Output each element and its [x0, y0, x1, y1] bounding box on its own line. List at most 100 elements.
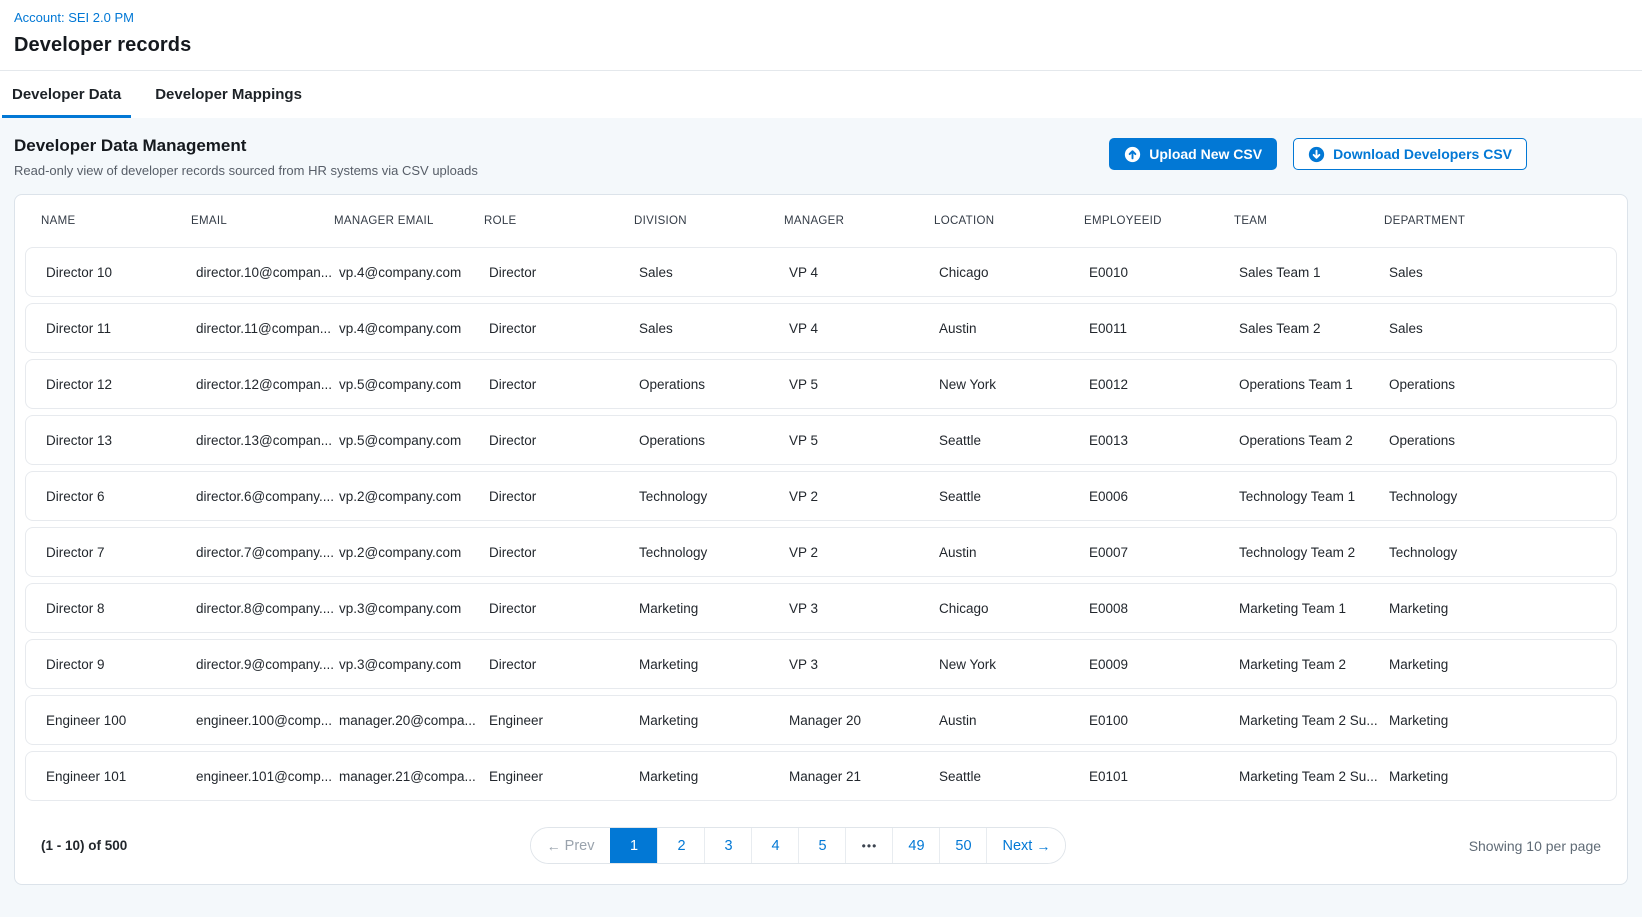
cell-manager-email: vp.5@company.com — [339, 433, 489, 448]
cell-manager: VP 4 — [789, 321, 939, 336]
section-title: Developer Data Management — [14, 136, 478, 156]
cell-employee-id: E0009 — [1089, 657, 1239, 672]
table-row: Director 9director.9@company....vp.3@com… — [25, 639, 1617, 689]
cell-location: Seattle — [939, 489, 1089, 504]
section-header: Developer Data Management Read-only view… — [14, 136, 1628, 178]
cell-email: engineer.100@comp... — [196, 713, 339, 728]
cell-manager: VP 5 — [789, 433, 939, 448]
cell-manager-email: vp.2@company.com — [339, 545, 489, 560]
cell-email: director.12@compan... — [196, 377, 339, 392]
per-page-label: Showing 10 per page — [1469, 838, 1601, 854]
cell-employee-id: E0013 — [1089, 433, 1239, 448]
cell-role: Director — [489, 657, 639, 672]
table-row: Director 7director.7@company....vp.2@com… — [25, 527, 1617, 577]
download-developers-csv-button[interactable]: Download Developers CSV — [1293, 138, 1527, 170]
column-header-role: ROLE — [484, 215, 634, 227]
table-row: Director 10director.10@compan...vp.4@com… — [25, 247, 1617, 297]
cell-division: Sales — [639, 265, 789, 280]
cell-role: Director — [489, 433, 639, 448]
cell-role: Director — [489, 265, 639, 280]
prev-page-button[interactable]: ← Prev — [531, 828, 611, 863]
cell-role: Director — [489, 321, 639, 336]
next-page-button[interactable]: Next → — [986, 828, 1065, 863]
content-area: Developer Data Management Read-only view… — [0, 118, 1642, 917]
cell-name: Director 12 — [46, 377, 196, 392]
table-row: Director 8director.8@company....vp.3@com… — [25, 583, 1617, 633]
pagination-bar: (1 - 10) of 500 ← Prev 12345•••4950 Next… — [25, 807, 1617, 884]
cell-employee-id: E0012 — [1089, 377, 1239, 392]
tab-developer-data[interactable]: Developer Data — [2, 71, 131, 118]
account-breadcrumb-link[interactable]: Account: SEI 2.0 PM — [14, 10, 134, 25]
cell-employee-id: E0011 — [1089, 321, 1239, 336]
cell-manager-email: vp.2@company.com — [339, 489, 489, 504]
cell-team: Technology Team 2 — [1239, 545, 1389, 560]
cell-team: Marketing Team 2 Su... — [1239, 713, 1389, 728]
table-header-row: NAMEEMAILMANAGER EMAILROLEDIVISIONMANAGE… — [25, 195, 1617, 247]
page-button-49[interactable]: 49 — [892, 828, 939, 863]
cell-manager-email: vp.5@company.com — [339, 377, 489, 392]
table-row: Director 6director.6@company....vp.2@com… — [25, 471, 1617, 521]
cell-team: Sales Team 2 — [1239, 321, 1389, 336]
table-row: Director 12director.12@compan...vp.5@com… — [25, 359, 1617, 409]
tab-bar: Developer Data Developer Mappings — [0, 70, 1642, 118]
page-number-group: 12345•••4950 — [610, 828, 986, 863]
page-button-50[interactable]: 50 — [939, 828, 986, 863]
cell-division: Technology — [639, 545, 789, 560]
cell-email: director.11@compan... — [196, 321, 339, 336]
cell-team: Operations Team 2 — [1239, 433, 1389, 448]
page-button-3[interactable]: 3 — [704, 828, 751, 863]
cell-division: Marketing — [639, 601, 789, 616]
cell-division: Operations — [639, 377, 789, 392]
cell-manager: VP 5 — [789, 377, 939, 392]
cell-email: director.9@company.... — [196, 657, 339, 672]
cell-employee-id: E0100 — [1089, 713, 1239, 728]
cell-department: Marketing — [1389, 601, 1596, 616]
csv-button-group: Upload New CSV Download Developers CSV — [1109, 138, 1527, 170]
page-button-5[interactable]: 5 — [798, 828, 845, 863]
cell-department: Sales — [1389, 265, 1596, 280]
cell-role: Director — [489, 601, 639, 616]
cell-location: Chicago — [939, 601, 1089, 616]
page-button-2[interactable]: 2 — [657, 828, 704, 863]
cell-employee-id: E0007 — [1089, 545, 1239, 560]
section-title-block: Developer Data Management Read-only view… — [14, 136, 478, 178]
cell-name: Director 10 — [46, 265, 196, 280]
page-button-1[interactable]: 1 — [610, 828, 657, 863]
cell-manager-email: vp.4@company.com — [339, 265, 489, 280]
cell-manager-email: manager.20@compa... — [339, 713, 489, 728]
cell-location: Austin — [939, 713, 1089, 728]
page-ellipsis: ••• — [845, 828, 892, 863]
column-header-division: DIVISION — [634, 215, 784, 227]
download-icon — [1308, 146, 1325, 163]
cell-team: Marketing Team 1 — [1239, 601, 1389, 616]
cell-email: director.6@company.... — [196, 489, 339, 504]
download-button-label: Download Developers CSV — [1333, 146, 1512, 162]
upload-new-csv-button[interactable]: Upload New CSV — [1109, 138, 1277, 170]
column-header-manager: MANAGER — [784, 215, 934, 227]
cell-division: Sales — [639, 321, 789, 336]
cell-name: Engineer 100 — [46, 713, 196, 728]
page-button-4[interactable]: 4 — [751, 828, 798, 863]
cell-role: Engineer — [489, 769, 639, 784]
cell-division: Marketing — [639, 713, 789, 728]
column-header-department: DEPARTMENT — [1384, 215, 1601, 227]
cell-manager-email: vp.3@company.com — [339, 657, 489, 672]
column-header-team: TEAM — [1234, 215, 1384, 227]
developer-table: NAMEEMAILMANAGER EMAILROLEDIVISIONMANAGE… — [14, 194, 1628, 885]
cell-email: director.13@compan... — [196, 433, 339, 448]
cell-email: director.7@company.... — [196, 545, 339, 560]
tab-developer-mappings[interactable]: Developer Mappings — [145, 71, 312, 118]
cell-location: Seattle — [939, 769, 1089, 784]
column-header-manager-email: MANAGER EMAIL — [334, 215, 484, 227]
arrow-left-icon: ← — [547, 838, 561, 854]
cell-manager-email: vp.4@company.com — [339, 321, 489, 336]
cell-department: Technology — [1389, 545, 1596, 560]
cell-team: Sales Team 1 — [1239, 265, 1389, 280]
cell-manager: VP 3 — [789, 601, 939, 616]
cell-team: Operations Team 1 — [1239, 377, 1389, 392]
table-row: Engineer 100engineer.100@comp...manager.… — [25, 695, 1617, 745]
cell-manager: VP 2 — [789, 489, 939, 504]
cell-manager: VP 3 — [789, 657, 939, 672]
table-row: Engineer 101engineer.101@comp...manager.… — [25, 751, 1617, 801]
cell-name: Director 9 — [46, 657, 196, 672]
